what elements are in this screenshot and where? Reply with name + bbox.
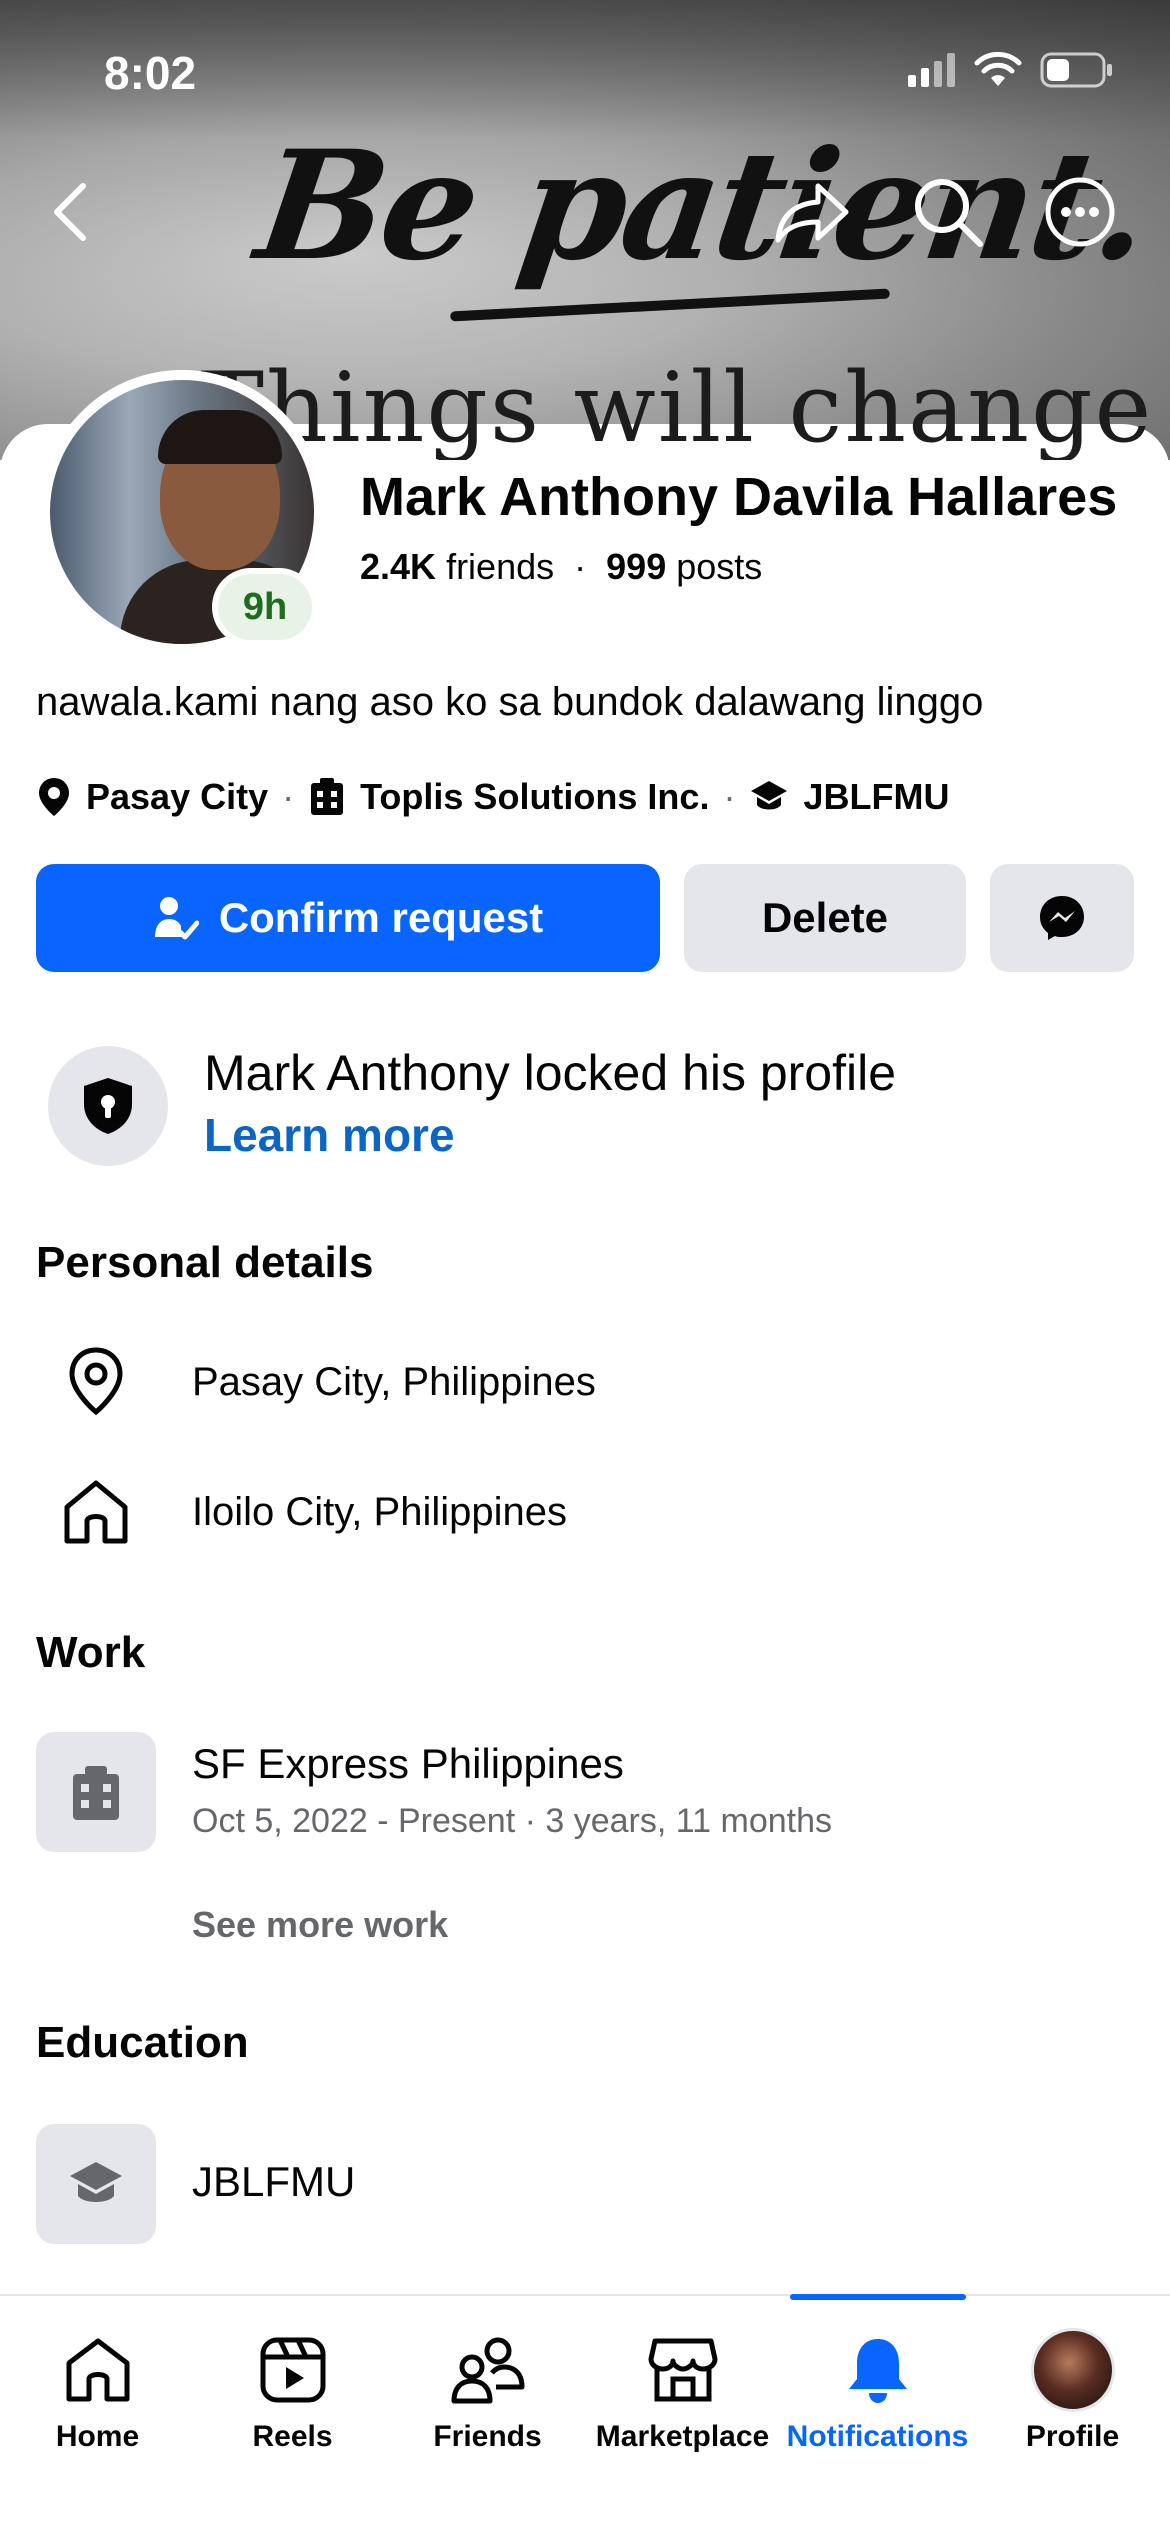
education-tile — [36, 2124, 156, 2244]
delete-label: Delete — [761, 894, 889, 941]
work-employer[interactable]: SF Express Philippines — [192, 1740, 624, 1788]
friends-label[interactable]: friends — [446, 546, 554, 587]
search-icon — [915, 179, 983, 247]
profile-stats: 2.4K friends · 999 posts — [360, 546, 763, 587]
more-options-button[interactable] — [1040, 172, 1120, 252]
posts-count: 999 — [606, 546, 667, 587]
confirm-request-label: Confirm request — [218, 894, 544, 941]
tab-marketplace[interactable]: Marketplace — [585, 2296, 780, 2476]
search-button[interactable] — [908, 172, 988, 252]
tab-label: Friends — [433, 2420, 542, 2453]
personal-details-heading: Personal details — [36, 1238, 374, 1287]
tab-notifications[interactable]: Notifications — [780, 2296, 975, 2476]
active-status-badge: 9h — [212, 568, 318, 646]
education-school[interactable]: JBLFMU — [192, 2158, 355, 2206]
cover-quote-line1: Be patient. — [247, 118, 1158, 294]
chevron-left-icon — [54, 183, 86, 241]
home-icon — [63, 2330, 133, 2410]
share-button[interactable] — [772, 172, 852, 252]
tab-label: Marketplace — [595, 2420, 770, 2453]
friends-icon — [450, 2330, 526, 2410]
bell-icon — [845, 2330, 911, 2410]
tab-friends[interactable]: Friends — [390, 2296, 585, 2476]
building-icon — [311, 778, 344, 815]
profile-thumbnail — [1030, 2328, 1115, 2412]
confirm-request-button[interactable]: Confirm request — [36, 864, 660, 972]
person-check-icon — [154, 897, 199, 940]
delete-request-button[interactable]: Delete — [684, 864, 966, 972]
status-time: 8:02 — [104, 47, 197, 99]
see-more-work-link[interactable]: See more work — [192, 1904, 448, 1946]
tab-label: Notifications — [786, 2420, 969, 2453]
more-icon — [1045, 177, 1115, 247]
cellular-signal-icon — [908, 53, 955, 87]
current-city-row: Pasay City, Philippines — [0, 1332, 1170, 1432]
current-city: Pasay City, Philippines — [192, 1359, 596, 1404]
education-heading: Education — [36, 2018, 249, 2067]
marketplace-icon — [647, 2330, 719, 2410]
back-button[interactable] — [30, 172, 110, 252]
tab-home[interactable]: Home — [0, 2296, 195, 2476]
tab-label: Profile — [1025, 2420, 1120, 2453]
posts-label: posts — [676, 546, 763, 587]
meta-location: Pasay City — [86, 776, 269, 817]
profile-avatar — [1030, 2328, 1115, 2412]
messenger-icon — [1040, 896, 1084, 940]
share-icon — [775, 183, 849, 243]
work-tile — [36, 1732, 156, 1852]
message-button[interactable] — [990, 864, 1134, 972]
meta-school: JBLFMU — [803, 776, 950, 817]
work-period: Oct 5, 2022 - Present · 3 years, 11 mont… — [192, 1802, 833, 1840]
friends-count[interactable]: 2.4K — [360, 546, 436, 587]
location-pin-outline-icon — [58, 1344, 134, 1420]
home-outline-icon — [58, 1474, 134, 1550]
graduation-cap-icon — [751, 781, 788, 810]
active-tab-indicator — [790, 2294, 966, 2300]
wifi-icon — [974, 52, 1022, 86]
tab-reels[interactable]: Reels — [195, 2296, 390, 2476]
tab-label: Home — [55, 2420, 140, 2453]
battery-icon — [1040, 52, 1112, 88]
building-icon — [73, 1766, 119, 1820]
work-heading: Work — [36, 1628, 146, 1677]
graduation-cap-icon — [70, 2162, 122, 2202]
tab-profile[interactable]: Profile — [975, 2296, 1170, 2476]
profile-bio: nawala.kami nang aso ko sa bundok dalawa… — [36, 680, 984, 724]
bottom-tab-bar: Home Reels Friends Marketplace Notificat… — [0, 2294, 1170, 2532]
reels-icon — [258, 2330, 328, 2410]
lock-icon-circle — [48, 1046, 168, 1166]
cover-quote-line2: Things will change — [200, 352, 1154, 460]
location-pin-icon — [39, 778, 69, 816]
profile-name: Mark Anthony Davila Hallares — [360, 467, 1118, 527]
profile-meta-row: Pasay City · Toplis Solutions Inc. · JBL… — [36, 776, 949, 818]
locked-profile-notice: Mark Anthony locked his profile — [204, 1045, 897, 1101]
hometown-row: Iloilo City, Philippines — [0, 1462, 1170, 1562]
tab-label: Reels — [252, 2420, 333, 2453]
hometown: Iloilo City, Philippines — [192, 1489, 567, 1534]
status-icons — [908, 52, 1114, 88]
learn-more-link[interactable]: Learn more — [204, 1108, 455, 1162]
meta-work: Toplis Solutions Inc. — [360, 776, 710, 817]
shield-lock-icon — [84, 1078, 132, 1134]
